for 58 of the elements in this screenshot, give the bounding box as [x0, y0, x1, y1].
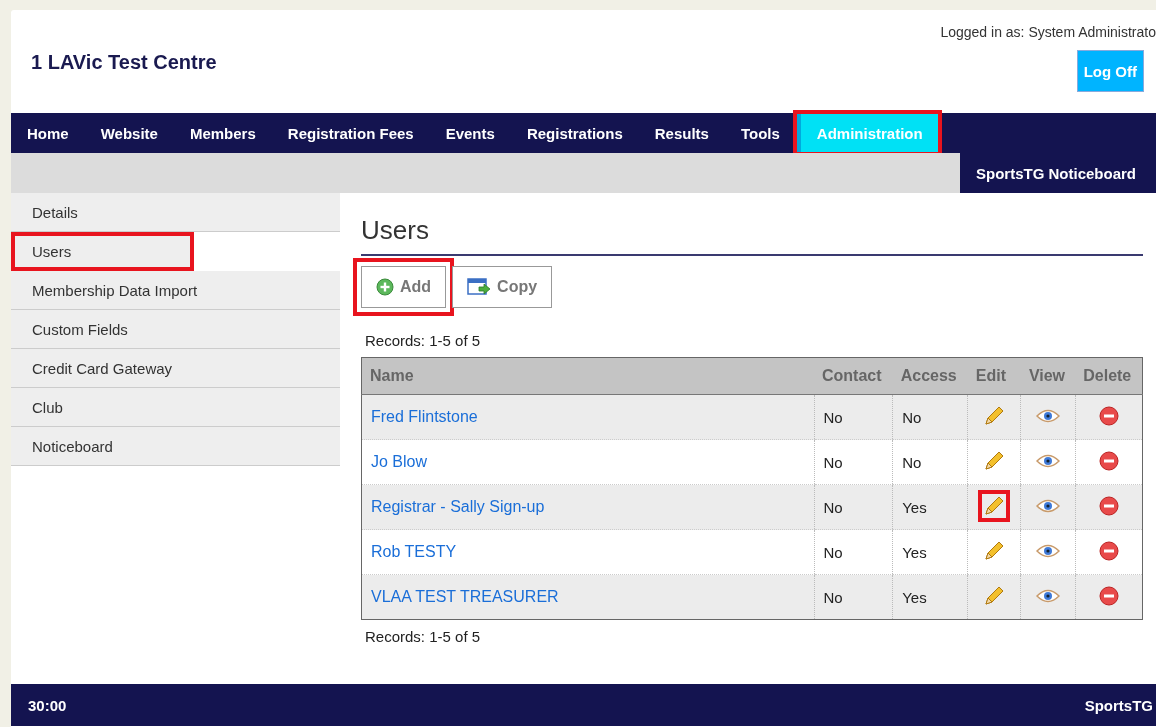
- nav-tab[interactable]: Results: [638, 113, 725, 153]
- table-cell: No: [814, 394, 893, 440]
- sidebar-item[interactable]: Membership Data Import: [11, 271, 340, 310]
- sidebar-item[interactable]: Credit Card Gateway: [11, 349, 340, 388]
- footer-brand: SportsTG: [1084, 696, 1153, 714]
- column-header: Edit: [967, 357, 1021, 395]
- session-timer: 30:00: [28, 696, 67, 714]
- column-header: Contact: [814, 357, 893, 395]
- nav-tab[interactable]: Members: [173, 113, 272, 153]
- page-heading: Users: [361, 215, 1143, 256]
- eye-icon[interactable]: [1036, 587, 1061, 604]
- window-arrow-icon: [467, 277, 492, 297]
- column-header: Delete: [1075, 357, 1143, 395]
- noticeboard-link[interactable]: SportsTG Noticeboard: [960, 153, 1156, 193]
- eye-icon[interactable]: [1036, 497, 1061, 514]
- eye-icon[interactable]: [1036, 542, 1061, 559]
- table-cell: No: [814, 574, 893, 620]
- table-cell: No: [814, 484, 893, 530]
- table-cell: Yes: [892, 484, 968, 530]
- nav-tab[interactable]: Registration Fees: [271, 113, 430, 153]
- column-header: Access: [892, 357, 968, 395]
- user-name-link[interactable]: Registrar - Sally Sign-up: [371, 498, 545, 515]
- records-count: Records: 1-5 of 5: [365, 332, 482, 349]
- eye-icon[interactable]: [1036, 407, 1061, 424]
- table-cell: No: [892, 439, 968, 485]
- table-cell: Yes: [892, 574, 968, 620]
- plus-icon: [376, 278, 394, 296]
- nav-tab[interactable]: Events: [429, 113, 511, 153]
- table-cell: Yes: [892, 529, 968, 575]
- eye-icon[interactable]: [1036, 452, 1061, 469]
- user-name-link[interactable]: Fred Flintstone: [371, 408, 478, 425]
- delete-icon[interactable]: [1098, 585, 1119, 606]
- sidebar-item[interactable]: Details: [11, 193, 340, 232]
- nav-tab[interactable]: Registrations: [510, 113, 639, 153]
- table-cell: No: [814, 529, 893, 575]
- sidebar-item[interactable]: Noticeboard: [11, 427, 340, 466]
- table-cell: No: [814, 439, 893, 485]
- user-name-link[interactable]: VLAA TEST TREASURER: [371, 588, 559, 605]
- delete-icon[interactable]: [1098, 450, 1119, 471]
- site-title: 1 LAVic Test Centre: [31, 51, 217, 75]
- user-name-link[interactable]: Rob TESTY: [371, 543, 457, 560]
- copy-button[interactable]: Copy: [452, 266, 553, 308]
- sidebar-item[interactable]: Club: [11, 388, 340, 427]
- nav-tab[interactable]: Tools: [724, 113, 796, 153]
- table-cell: No: [892, 394, 968, 440]
- records-count: Records: 1-5 of 5: [365, 628, 482, 645]
- delete-icon[interactable]: [1098, 540, 1119, 561]
- column-header: View: [1020, 357, 1076, 395]
- column-header: Name: [361, 357, 814, 395]
- user-name-link[interactable]: Jo Blow: [371, 453, 428, 470]
- delete-icon[interactable]: [1098, 495, 1119, 516]
- sidebar-item[interactable]: Custom Fields: [11, 310, 340, 349]
- pencil-icon[interactable]: [978, 489, 1011, 522]
- login-status: Logged in as: System Administrato: [940, 24, 1156, 40]
- nav-tab[interactable]: Website: [84, 113, 174, 153]
- delete-icon[interactable]: [1098, 405, 1119, 426]
- nav-tab[interactable]: Home: [11, 113, 85, 153]
- sidebar-item[interactable]: Users: [11, 232, 194, 271]
